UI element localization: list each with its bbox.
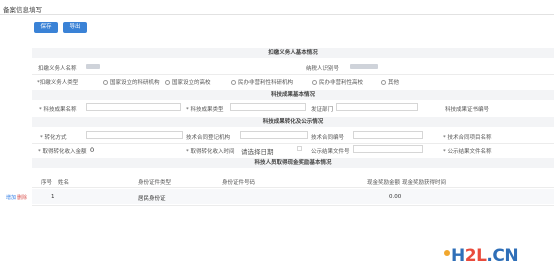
col-header-id-type: 身份证件类型 xyxy=(138,180,172,186)
contract-no-input[interactable] xyxy=(353,131,423,139)
agent-name-value xyxy=(86,64,100,69)
agent-type-option-other[interactable]: 其他 xyxy=(381,78,399,86)
agent-type-option-private-university[interactable]: 民办非营利性高校 xyxy=(312,78,363,86)
achievement-type-label: * 科技成果类型 xyxy=(186,107,224,113)
income-time-label: * 取得转化收入时间 xyxy=(186,149,235,155)
col-header-index: 序号 xyxy=(41,180,53,186)
page-title: 备案信息填写 xyxy=(3,6,42,14)
watermark-logo-icon xyxy=(444,250,450,256)
section-achievement-header: 科技成果基本情况 xyxy=(32,90,554,100)
contract-no-label: 技术合同编号 xyxy=(311,135,345,141)
transfer-method-select[interactable] xyxy=(86,131,183,139)
agent-type-option-national-university[interactable]: 国家设立的高校 xyxy=(165,78,211,86)
income-date-picker[interactable]: 请选择日期 xyxy=(241,146,274,156)
certificate-no-label: 科技成果证书编号 xyxy=(445,107,490,113)
issuing-dept-input[interactable] xyxy=(336,103,418,111)
radio-icon xyxy=(231,80,236,85)
achievement-name-label: * 科技成果名称 xyxy=(39,107,77,113)
row-divider xyxy=(32,143,554,144)
doc-number-input[interactable] xyxy=(353,145,423,153)
table-row[interactable] xyxy=(32,189,554,204)
col-header-id-number: 身份证件号码 xyxy=(222,180,256,186)
add-row-link[interactable]: 增加 xyxy=(6,194,16,201)
section-cash-reward-header: 科技人员取得现金奖励基本情况 xyxy=(32,158,554,168)
tax-id-label: 纳税人识别号 xyxy=(306,66,340,72)
agent-type-option-national-research[interactable]: 国家设立的科研机构 xyxy=(103,78,160,86)
tax-id-value xyxy=(350,64,378,69)
agent-type-label: *扣缴义务人类型 xyxy=(37,80,79,86)
delete-row-link[interactable]: 删除 xyxy=(17,194,27,201)
radio-icon xyxy=(103,80,108,85)
row-index: 1 xyxy=(51,194,55,200)
export-button[interactable]: 导出 xyxy=(63,22,87,33)
date-picker-icon[interactable] xyxy=(297,146,302,151)
achievement-name-input[interactable] xyxy=(86,103,181,111)
achievement-type-select[interactable] xyxy=(230,103,306,111)
row-id-type[interactable]: 居民身份证 xyxy=(138,194,166,202)
watermark-logo: H2L.CN xyxy=(451,246,519,266)
section-withholding-agent-header: 扣缴义务人基本情况 xyxy=(32,48,554,58)
title-divider xyxy=(0,14,554,15)
table-header-divider xyxy=(32,187,554,188)
income-amount-label: * 取得转化收入金额 xyxy=(38,149,87,155)
income-amount-value[interactable]: 0 xyxy=(90,146,94,154)
col-header-reward-amount: 现金奖励金额 xyxy=(367,180,401,186)
col-header-name: 姓名 xyxy=(58,180,70,186)
row-divider xyxy=(32,205,554,206)
row-reward-amount[interactable]: 0.00 xyxy=(389,194,401,200)
doc-number-label: 公示结果文件号 xyxy=(311,149,350,155)
save-button[interactable]: 保存 xyxy=(34,22,58,33)
transfer-method-label: * 转化方式 xyxy=(40,135,67,141)
section-transfer-header: 科技成果转化及公示情况 xyxy=(32,117,554,127)
agent-name-label: 扣缴义务人名称 xyxy=(38,66,77,72)
agent-type-option-private-research[interactable]: 民办非营利性科研机构 xyxy=(231,78,293,86)
radio-icon xyxy=(165,80,170,85)
contract-name-label: * 技术合同项目名称 xyxy=(443,135,492,141)
issuing-dept-label: 发证部门 xyxy=(311,107,334,113)
radio-icon xyxy=(381,80,386,85)
doc-name-label: * 公示结果文件名称 xyxy=(443,149,492,155)
contract-registry-input[interactable] xyxy=(240,131,308,139)
col-header-reward-time: 现金奖励获得时间 xyxy=(402,180,447,186)
row-divider xyxy=(32,74,554,75)
contract-registry-label: 技术合同登记机构 xyxy=(186,135,231,141)
radio-icon xyxy=(312,80,317,85)
